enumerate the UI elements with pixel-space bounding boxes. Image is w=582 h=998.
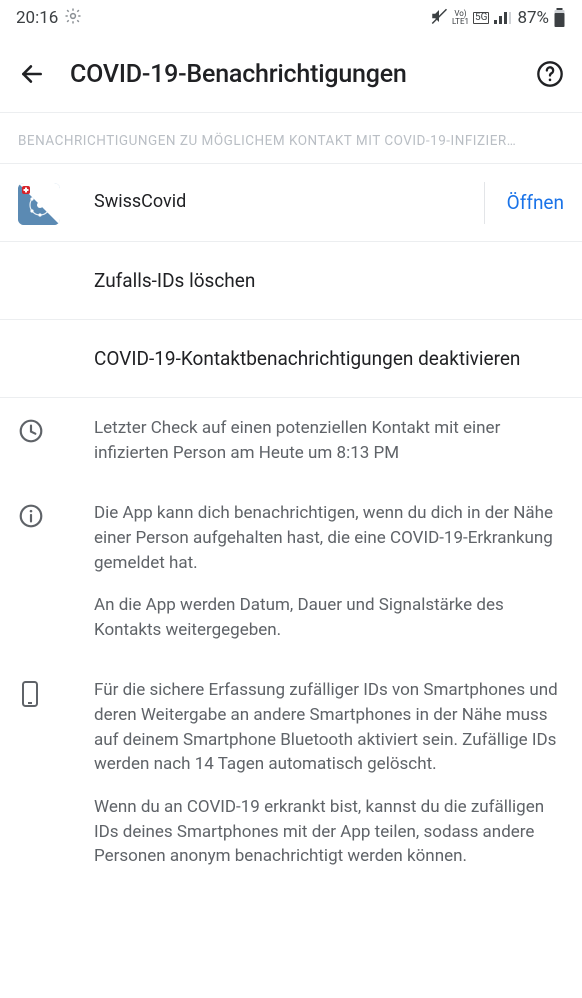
mute-icon [430,7,448,29]
battery-icon [553,8,566,28]
phone-icon [18,680,42,712]
swisscovid-app-icon [18,183,60,225]
phone-text-1: Für die sichere Erfassung zufälliger IDs… [94,678,564,777]
about-text-2: An die App werden Datum, Dauer und Signa… [94,593,564,642]
about-text-1: Die App kann dich benachrichtigen, wenn … [94,501,564,575]
statusbar-time: 20:16 [16,8,58,28]
section-caption: BENACHRICHTIGUNGEN ZU MÖGLICHEM KONTAKT … [0,113,582,163]
back-button[interactable] [12,54,52,94]
page-title: COVID-19-Benachrichtigungen [70,60,516,89]
about-block: Die App kann dich benachrichtigen, wenn … [0,483,582,660]
app-name: SwissCovid [94,190,484,214]
deactivate-notifications-label: COVID-19-Kontaktbenachrichtigungen deakt… [94,346,564,372]
app-header: COVID-19-Benachrichtigungen [0,36,582,113]
clock-icon [18,418,44,448]
volte-indicator: Vo) LTE1 [452,10,469,26]
last-check-text: Letzter Check auf einen potenziellen Kon… [94,416,564,465]
app-row[interactable]: SwissCovid Öffnen [0,163,582,241]
network-indicator: 5G [473,12,489,24]
settings-gear-icon [64,7,82,30]
delete-random-ids-row[interactable]: Zufalls-IDs löschen [0,241,582,319]
help-button[interactable] [534,58,566,90]
info-icon [18,503,44,533]
open-app-link[interactable]: Öffnen [484,182,564,224]
last-check-block: Letzter Check auf einen potenziellen Kon… [0,397,582,483]
phone-text-2: Wenn du an COVID-19 erkrankt bist, kanns… [94,795,564,869]
help-icon [536,60,564,88]
phone-block: Für die sichere Erfassung zufälliger IDs… [0,660,582,886]
deactivate-notifications-row[interactable]: COVID-19-Kontaktbenachrichtigungen deakt… [0,319,582,397]
delete-random-ids-label: Zufalls-IDs löschen [94,268,564,294]
battery-percent: 87% [517,8,549,28]
signal-icon [493,11,511,25]
statusbar: 20:16 Vo) LTE1 5G 87% [0,0,582,36]
arrow-left-icon [19,61,45,87]
